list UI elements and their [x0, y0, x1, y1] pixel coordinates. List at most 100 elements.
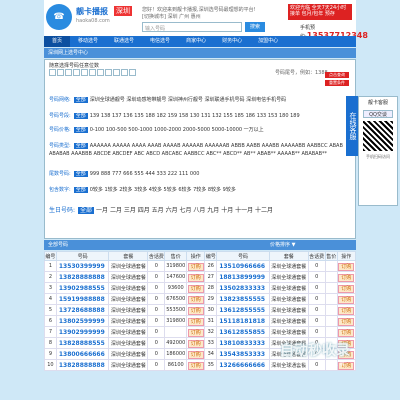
order-button[interactable]: 订购 — [187, 284, 204, 293]
cell-num[interactable]: 13800666666 — [55, 348, 110, 360]
cell-act[interactable]: 订购 — [186, 359, 206, 371]
order-button[interactable]: 订购 — [187, 350, 204, 359]
cell-act[interactable]: 订购 — [186, 315, 206, 327]
order-button[interactable]: 订购 — [187, 361, 204, 370]
filter-all[interactable]: 全部 — [73, 187, 88, 193]
filter-all[interactable]: 全部 — [73, 143, 88, 149]
cell-act[interactable]: 订购 — [336, 293, 357, 305]
nav-unicom[interactable]: 联通选号 — [106, 36, 142, 47]
cell-act[interactable]: 订购 — [336, 271, 357, 283]
order-button[interactable]: 订购 — [187, 328, 204, 337]
cell-act[interactable]: 订购 — [186, 337, 206, 349]
nav-home[interactable]: 首页 — [44, 36, 71, 47]
nav-join[interactable]: 加盟中心 — [250, 36, 286, 47]
cell-num[interactable]: 15118181818 — [216, 315, 270, 327]
cell-num[interactable]: 13502833333 — [216, 282, 270, 294]
cell-act[interactable]: 订购 — [186, 348, 206, 360]
digit-box[interactable] — [121, 69, 128, 76]
month-options[interactable]: 一月 二月 三月 四月 五月 六月 七月 八月 九月 十月 十一月 十二月 — [96, 207, 273, 214]
order-button[interactable]: 订购 — [187, 306, 204, 315]
order-button[interactable]: 订购 — [187, 273, 204, 282]
cell-act[interactable]: 订购 — [186, 260, 206, 272]
cell-num[interactable]: 13530399999 — [55, 260, 110, 272]
nav-mobile[interactable]: 移动选号 — [70, 36, 106, 47]
order-button[interactable]: 订购 — [338, 262, 355, 271]
order-button[interactable]: 订购 — [338, 317, 355, 326]
cell-act[interactable]: 订购 — [336, 282, 357, 294]
order-button[interactable]: 订购 — [187, 262, 204, 271]
order-button[interactable]: 订购 — [338, 328, 355, 337]
order-button[interactable]: 订购 — [187, 339, 204, 348]
digit-box[interactable] — [73, 69, 80, 76]
qq-chat-button[interactable]: QQ交谈 — [363, 110, 393, 118]
cell-act[interactable]: 订购 — [186, 293, 206, 305]
tail-options[interactable]: 999 888 777 666 555 444 333 222 111 000 — [90, 171, 200, 177]
cell-act[interactable]: 订购 — [186, 326, 206, 338]
cell-num[interactable]: 15919988888 — [55, 293, 110, 305]
order-button[interactable]: 订购 — [187, 317, 204, 326]
reset-button[interactable]: 重置条件 — [325, 80, 349, 86]
order-button[interactable]: 订购 — [338, 284, 355, 293]
digit-box[interactable] — [81, 69, 88, 76]
cell-act[interactable]: 订购 — [186, 282, 206, 294]
nav-finance[interactable]: 财务中心 — [214, 36, 250, 47]
order-button[interactable]: 订购 — [338, 295, 355, 304]
cell-num[interactable]: 13543853333 — [216, 348, 270, 360]
cell-num[interactable]: 13902988555 — [55, 282, 110, 294]
digit-box[interactable] — [49, 69, 56, 76]
mid-options[interactable]: 0较多 1较多 2较多 3较多 4较多 5较多 6较多 7较多 8较多 9较多 — [90, 187, 236, 193]
cell-act[interactable]: 订购 — [336, 326, 357, 338]
cell-act[interactable]: 订购 — [336, 315, 357, 327]
price-options[interactable]: 0-100 100-500 500-1000 1000-2000 2000-50… — [90, 127, 264, 133]
digit-box[interactable] — [129, 69, 136, 76]
net-opt[interactable]: 深圳动感地带靓号 — [126, 97, 166, 103]
net-opt[interactable]: 深圳电信手机号码 — [246, 97, 286, 103]
order-button[interactable]: 订购 — [187, 295, 204, 304]
cell-num[interactable]: 13828888555 — [55, 337, 110, 349]
filter-all[interactable]: 全部 — [73, 127, 88, 133]
cell-num[interactable]: 13266666666 — [216, 359, 270, 371]
cell-act[interactable]: 订购 — [336, 260, 357, 272]
cell-num[interactable]: 13802599999 — [55, 315, 110, 327]
search-input[interactable]: 输入号码 — [142, 22, 242, 32]
city-switch[interactable]: [切换城市] 深圳 广州 惠州 — [142, 13, 201, 20]
net-opt[interactable]: 深圳神州行靓号 — [168, 97, 203, 103]
order-button[interactable]: 订购 — [338, 273, 355, 282]
rule-options[interactable]: AAAAAA AAAAA AAAA AAAB AAAAB AAAAAB AAAA… — [49, 143, 343, 157]
filter-all[interactable]: 全部 — [73, 97, 88, 103]
cell-num[interactable]: 13612855855 — [216, 326, 270, 338]
digit-box[interactable] — [57, 69, 64, 76]
cell-num[interactable]: 13823855555 — [216, 293, 270, 305]
sort-select[interactable]: 价格排序 ▼ — [270, 241, 295, 248]
digit-box[interactable] — [89, 69, 96, 76]
search-button[interactable]: 搜索 — [245, 22, 265, 32]
brand-name[interactable]: 靓卡播报 — [76, 6, 108, 17]
cell-num[interactable]: 13810833333 — [216, 337, 270, 349]
cell-num[interactable]: 13612855555 — [216, 304, 270, 316]
digit-box[interactable] — [113, 69, 120, 76]
cell-act[interactable]: 订购 — [186, 304, 206, 316]
cell-num[interactable]: 13828888888 — [55, 271, 110, 283]
sim-card-icon[interactable]: ☎ — [46, 4, 72, 30]
digit-box[interactable] — [97, 69, 104, 76]
cell-num[interactable]: 18813899999 — [216, 271, 270, 283]
filter-all[interactable]: 全部 — [73, 113, 88, 119]
cell-num[interactable]: 13728688888 — [55, 304, 110, 316]
order-button[interactable]: 订购 — [338, 306, 355, 315]
cell-act[interactable]: 订购 — [186, 271, 206, 283]
net-opt[interactable]: 深圳联通手机号码 — [205, 97, 245, 103]
filter-all[interactable]: 全部 — [78, 207, 95, 214]
digit-box[interactable] — [105, 69, 112, 76]
cell-num[interactable]: 13510966666 — [216, 260, 270, 272]
segment-options[interactable]: 139 138 137 136 135 188 182 159 158 130 … — [90, 113, 300, 119]
nav-merchant[interactable]: 商家中心 — [178, 36, 214, 47]
filter-all[interactable]: 全部 — [73, 171, 88, 177]
query-button[interactable]: 点击查询 — [325, 72, 349, 78]
cell-act[interactable]: 订购 — [336, 304, 357, 316]
digit-box[interactable] — [65, 69, 72, 76]
online-service-tab[interactable]: 在线客服 — [346, 96, 358, 156]
cell-num[interactable]: 13828888888 — [55, 359, 110, 371]
cell-num[interactable]: 13902999999 — [55, 326, 110, 338]
nav-telecom[interactable]: 电信选号 — [142, 36, 178, 47]
net-opt[interactable]: 深圳全球通靓号 — [90, 97, 125, 103]
